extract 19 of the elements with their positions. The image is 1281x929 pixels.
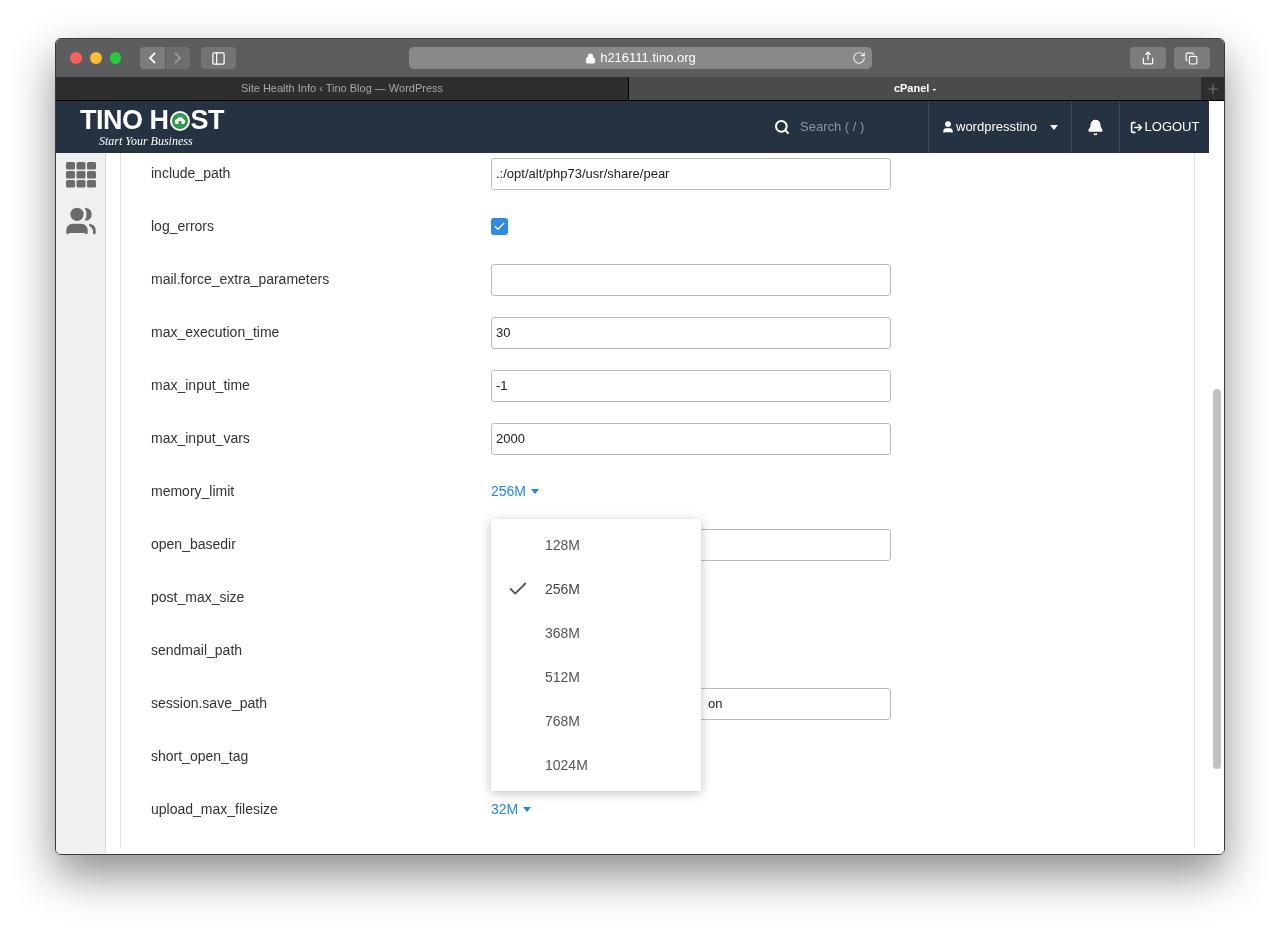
setting-label: sendmail_path: [151, 641, 244, 660]
setting-label: log_errors: [151, 217, 216, 236]
setting-label: session.save_path: [151, 694, 268, 713]
setting-label: max_execution_time: [151, 323, 281, 342]
setting-label: mail.force_extra_parameters: [151, 270, 331, 289]
setting-label: max_input_time: [151, 376, 251, 395]
setting-label: open_basedir: [151, 535, 237, 554]
username: wordpresstino: [956, 118, 1037, 137]
logo-tagline: Start Your Business: [99, 135, 193, 147]
logo-text: ST: [190, 107, 224, 134]
url-text: h216111.tino.org: [600, 49, 696, 68]
setting-label: include_path: [151, 164, 232, 183]
setting-label: post_max_size: [151, 588, 246, 607]
logo-text: TINO H: [80, 107, 169, 134]
setting-label: max_input_vars: [151, 429, 251, 448]
setting-label: upload_max_filesize: [151, 800, 279, 819]
setting-label: memory_limit: [151, 482, 236, 501]
field-value: on: [708, 694, 723, 713]
setting-label: short_open_tag: [151, 747, 250, 766]
